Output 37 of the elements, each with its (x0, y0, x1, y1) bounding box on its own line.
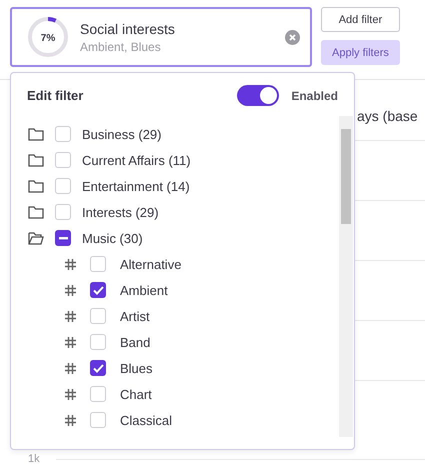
tag-label[interactable]: Ambient (120, 282, 168, 298)
checkbox[interactable] (90, 360, 106, 376)
category-label[interactable]: Business (29) (82, 126, 162, 142)
tag-label[interactable]: Band (120, 334, 150, 350)
popover-title: Edit filter (27, 88, 84, 103)
hash-icon (65, 414, 76, 426)
tag-label[interactable]: Alternative (120, 256, 182, 272)
axis-label: 1k (28, 453, 40, 465)
category-label[interactable]: Interests (29) (82, 204, 159, 220)
toggle-label: Enabled (291, 88, 338, 102)
hash-icon (65, 362, 76, 374)
filter-title: Social interests (80, 20, 176, 36)
hash-icon (65, 336, 76, 348)
filter-summary: Ambient, Blues (80, 40, 162, 54)
chart-heading: ays (base (357, 108, 419, 126)
toggle-switch[interactable] (237, 85, 280, 106)
check-icon (92, 364, 104, 372)
minus-icon (58, 236, 68, 240)
check-icon (92, 286, 104, 294)
scrollbar[interactable] (339, 116, 353, 437)
category-label[interactable]: Entertainment (14) (82, 178, 190, 194)
close-icon[interactable] (285, 30, 300, 44)
category-label[interactable]: Current Affairs (11) (82, 152, 191, 168)
hash-icon (65, 284, 76, 296)
filter-button[interactable]: Add filter (321, 7, 400, 32)
tag-label[interactable]: Classical (120, 412, 172, 428)
checkbox[interactable] (55, 230, 71, 246)
hash-icon (65, 258, 76, 270)
category-label[interactable]: Music (30) (82, 230, 143, 246)
filter-card[interactable]: 7% Social interests Ambient, Blues (10, 7, 312, 67)
tag-label[interactable]: Artist (120, 308, 150, 324)
hash-icon (65, 310, 76, 322)
progress-label: 7% (40, 33, 56, 44)
checkbox[interactable] (90, 282, 106, 298)
tag-label[interactable]: Chart (120, 386, 152, 402)
tag-label[interactable]: Blues (120, 360, 153, 376)
hash-icon (65, 388, 76, 400)
